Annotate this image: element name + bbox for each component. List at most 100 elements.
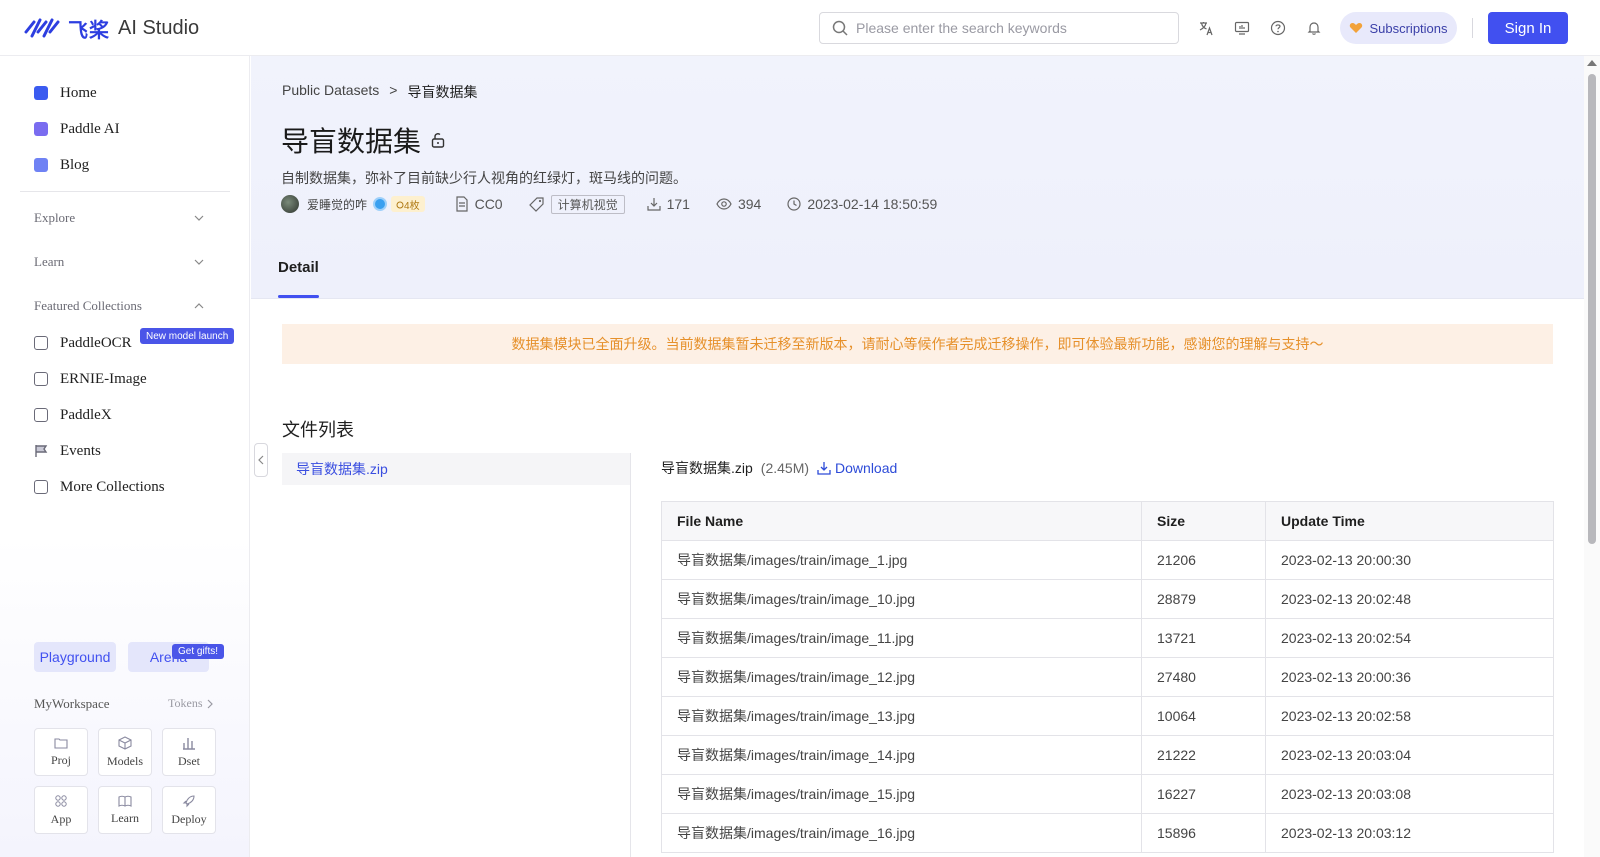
workspace-tile-models[interactable]: Models — [98, 728, 152, 776]
downloads-info: 171 — [647, 196, 690, 212]
cell-update-time: 2023-02-13 20:03:04 — [1265, 735, 1554, 775]
subscriptions-button[interactable]: Subscriptions — [1340, 12, 1457, 44]
help-icon[interactable] — [1268, 18, 1288, 38]
downloads-count: 171 — [666, 196, 690, 212]
monitor-icon[interactable] — [1232, 18, 1252, 38]
scroll-thumb[interactable] — [1588, 74, 1596, 544]
section-featured[interactable]: Featured Collections — [34, 296, 204, 316]
breadcrumb: Public Datasets > 导盲数据集 — [282, 82, 477, 102]
search-icon — [832, 20, 848, 36]
workspace-tile-proj[interactable]: Proj — [34, 728, 88, 776]
ocr-icon — [34, 336, 48, 350]
bar-chart-icon — [183, 737, 195, 750]
chevron-down-icon — [194, 259, 204, 265]
paddle-logo-icon — [24, 18, 60, 37]
tokens-link[interactable]: Tokens — [168, 696, 213, 711]
page-title-row: 导盲数据集 — [281, 120, 445, 160]
cell-size: 28879 — [1141, 579, 1266, 619]
cell-file-name: 导盲数据集/images/train/image_11.jpg — [661, 618, 1142, 658]
download-label: Download — [835, 460, 898, 476]
paddlex-icon — [34, 408, 48, 422]
unlock-icon — [431, 133, 445, 148]
sidebar-item-blog[interactable]: Blog — [34, 153, 89, 177]
cell-file-name: 导盲数据集/images/train/image_16.jpg — [661, 813, 1142, 853]
medal-count: 4枚 — [404, 200, 420, 212]
gift-badge: Get gifts! — [172, 644, 225, 659]
sidebar-item-home[interactable]: Home — [34, 81, 97, 105]
apps-icon — [55, 794, 67, 807]
workspace-tile-learn[interactable]: Learn — [98, 786, 152, 834]
workspace-tile-dset[interactable]: Dset — [162, 728, 216, 776]
author-name[interactable]: 爱睡觉的咋 — [307, 196, 367, 213]
cell-file-name: 导盲数据集/images/train/image_15.jpg — [661, 774, 1142, 814]
dataset-meta: 爱睡觉的咋 4枚 CC0 计算机视觉 171 394 2023-02-14 18… — [281, 193, 937, 215]
logo-cn-text: 飞桨 — [68, 18, 110, 42]
cell-update-time: 2023-02-13 20:02:54 — [1265, 618, 1554, 658]
section-explore-label: Explore — [34, 210, 76, 225]
sidebar-item-paddle-ai[interactable]: Paddle AI — [34, 117, 120, 141]
cell-file-name: 导盲数据集/images/train/image_12.jpg — [661, 657, 1142, 697]
column-header-file-name: File Name — [661, 501, 1142, 541]
sidebar-item-events[interactable]: Events — [34, 439, 101, 463]
page-scrollbar[interactable] — [1584, 56, 1600, 857]
scroll-up-arrow-icon[interactable] — [1587, 60, 1597, 66]
sidebar-divider — [20, 191, 230, 192]
bell-icon[interactable] — [1304, 18, 1324, 38]
tile-label: Proj — [50, 752, 71, 767]
sign-in-button[interactable]: Sign In — [1488, 12, 1568, 44]
logo[interactable]: 飞桨 AI Studio — [24, 14, 199, 43]
cell-update-time: 2023-02-13 20:00:36 — [1265, 657, 1554, 697]
table-row: 导盲数据集/images/train/image_10.jpg 28879 20… — [661, 579, 1554, 619]
section-featured-label: Featured Collections — [34, 298, 142, 313]
updated-info: 2023-02-14 18:50:59 — [787, 196, 937, 212]
breadcrumb-current: 导盲数据集 — [407, 84, 478, 100]
cell-size: 21222 — [1141, 735, 1266, 775]
cell-size: 15896 — [1141, 813, 1266, 853]
translate-icon[interactable] — [1196, 18, 1216, 38]
new-model-badge: New model launch — [140, 328, 235, 344]
tag-icon — [528, 197, 544, 212]
sidebar-item-more-collections[interactable]: More Collections — [34, 475, 165, 499]
cell-file-name: 导盲数据集/images/train/image_10.jpg — [661, 579, 1142, 619]
playground-button[interactable]: Playground — [34, 642, 116, 672]
chevron-up-icon — [194, 303, 204, 309]
file-tree-item-selected[interactable]: 导盲数据集.zip — [282, 453, 630, 485]
category-tag[interactable]: 计算机视觉 — [550, 194, 625, 214]
sidebar-item-label: Paddle AI — [60, 120, 120, 137]
dataset-hero: Public Datasets > 导盲数据集 导盲数据集 自制数据集，弥补了目… — [251, 56, 1584, 299]
sidebar-item-ernie-image[interactable]: ERNIE-Image — [34, 367, 147, 391]
section-learn[interactable]: Learn — [34, 252, 204, 272]
sidebar-item-label: Home — [60, 84, 97, 101]
section-explore[interactable]: Explore — [34, 208, 204, 228]
cell-update-time: 2023-02-13 20:03:08 — [1265, 774, 1554, 814]
top-bar: 飞桨 AI Studio Subscriptions Sign In — [0, 0, 1600, 56]
search-box[interactable] — [819, 12, 1179, 44]
table-row: 导盲数据集/images/train/image_14.jpg 21222 20… — [661, 735, 1554, 775]
logo-en-text: AI Studio — [118, 17, 200, 39]
views-count: 394 — [737, 196, 762, 212]
download-link[interactable]: Download — [817, 460, 897, 476]
chevron-right-icon — [207, 699, 213, 708]
main-content: Public Datasets > 导盲数据集 导盲数据集 自制数据集，弥补了目… — [251, 56, 1584, 857]
search-input[interactable] — [856, 20, 1156, 36]
tokens-label: Tokens — [168, 696, 203, 710]
breadcrumb-parent[interactable]: Public Datasets — [282, 82, 379, 102]
avatar[interactable] — [281, 195, 299, 213]
sidebar-item-paddleocr[interactable]: PaddleOCR — [34, 331, 132, 355]
page-title: 导盲数据集 — [281, 126, 422, 157]
sidebar-item-label: ERNIE-Image — [60, 370, 147, 387]
file-table: File Name Size Update Time 导盲数据集/images/… — [661, 501, 1554, 853]
workspace-title: MyWorkspace — [34, 696, 110, 711]
workspace-tile-deploy[interactable]: Deploy — [162, 786, 216, 834]
breadcrumb-separator: > — [389, 82, 398, 98]
license-icon — [455, 196, 468, 212]
tile-label: Dset — [178, 753, 200, 768]
eye-icon — [716, 198, 732, 210]
tab-detail[interactable]: Detail — [278, 259, 319, 276]
tab-active-indicator — [278, 295, 319, 298]
workspace-tile-app[interactable]: App — [34, 786, 88, 834]
cell-file-name: 导盲数据集/images/train/image_14.jpg — [661, 735, 1142, 775]
sidebar-item-label: PaddleOCR — [60, 334, 132, 351]
heart-icon — [1350, 23, 1363, 33]
sidebar-item-paddlex[interactable]: PaddleX — [34, 403, 112, 427]
